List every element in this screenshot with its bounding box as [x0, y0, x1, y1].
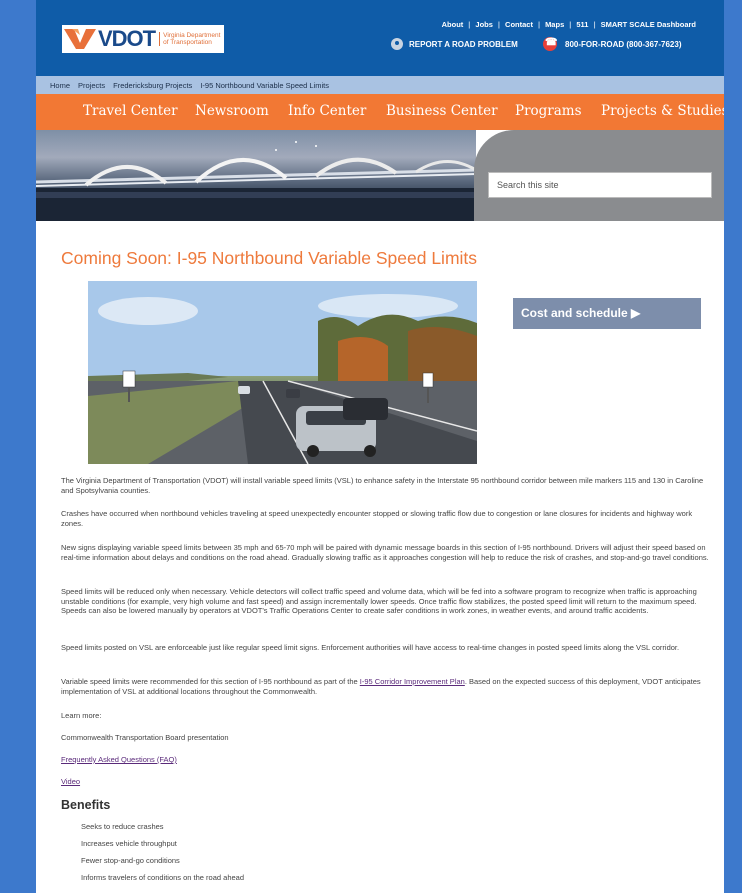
ctb-presentation: Commonwealth Transportation Board presen…: [61, 733, 229, 742]
breadcrumb-current: I-95 Northbound Variable Speed Limits: [200, 80, 329, 90]
nav-travel-center[interactable]: Travel Center: [83, 103, 178, 119]
logo-mark: VDOT: [98, 26, 156, 51]
main-nav: Travel Center Newsroom Info Center Busin…: [36, 94, 724, 130]
breadcrumb-projects[interactable]: Projects: [78, 81, 105, 90]
page-title: Coming Soon: I-95 Northbound Variable Sp…: [61, 248, 478, 268]
search-placeholder: Search this site: [497, 180, 559, 190]
page-container: VDOT Virginia Department of Transportati…: [36, 0, 724, 893]
nav-newsroom[interactable]: Newsroom: [195, 103, 269, 119]
nav-projects-studies[interactable]: Projects & Studies: [601, 103, 724, 119]
benefit-item: Seeks to reduce crashes: [81, 822, 164, 831]
top-link-maps[interactable]: Maps: [545, 20, 564, 29]
paragraph-intro: The Virginia Department of Transportatio…: [61, 476, 704, 495]
separator: |: [569, 20, 572, 29]
highway-photo: [88, 281, 477, 464]
top-link-511[interactable]: 511: [576, 20, 588, 29]
top-link-contact[interactable]: Contact: [505, 20, 533, 29]
site-header: VDOT Virginia Department of Transportati…: [36, 0, 724, 76]
top-link-jobs[interactable]: Jobs: [475, 20, 493, 29]
logo-subtitle: Virginia Department of Transportation: [159, 32, 220, 46]
highway-illustration: [88, 281, 477, 464]
breadcrumb-home[interactable]: Home: [50, 81, 70, 90]
separator: |: [468, 20, 471, 29]
benefits-heading: Benefits: [61, 798, 111, 812]
paragraph-improvement-plan: Variable speed limits were recommended f…: [61, 677, 711, 696]
benefit-item: Increases vehicle throughput: [81, 839, 177, 848]
improvement-text-before: Variable speed limits were recommended f…: [61, 677, 360, 686]
report-road-problem-link[interactable]: REPORT A ROAD PROBLEM: [391, 38, 518, 50]
logo-subtitle-line1: Virginia Department: [163, 32, 221, 39]
paragraph-enforceable: Speed limits posted on VSL are enforceab…: [61, 643, 680, 652]
separator: |: [537, 20, 541, 29]
search-input[interactable]: Search this site: [488, 172, 712, 198]
benefit-item: Informs travelers of conditions on the r…: [81, 873, 245, 882]
nav-business-center[interactable]: Business Center: [386, 103, 498, 119]
breadcrumb: Home Projects Fredericksburg Projects I-…: [36, 76, 724, 94]
phone-label: 800-FOR-ROAD (800-367-7623): [565, 39, 682, 49]
nav-info-center[interactable]: Info Center: [288, 103, 366, 119]
cost-and-schedule-button[interactable]: Cost and schedule ▶: [513, 298, 701, 329]
separator: |: [497, 20, 501, 29]
banner: Search this site: [36, 130, 724, 221]
faq-link[interactable]: Frequently Asked Questions (FAQ): [61, 755, 177, 764]
learn-more-label: Learn more:: [61, 711, 102, 720]
paragraph-reduced: Speed limits will be reduced only when n…: [61, 587, 697, 615]
video-link[interactable]: Video: [61, 777, 80, 786]
report-label: REPORT A ROAD PROBLEM: [409, 39, 518, 49]
vdot-logo[interactable]: VDOT Virginia Department of Transportati…: [62, 25, 224, 53]
breadcrumb-fredericksburg[interactable]: Fredericksburg Projects: [113, 81, 192, 90]
top-link-about[interactable]: About: [442, 20, 464, 29]
vdot-v-icon: [64, 29, 96, 49]
bridge-banner-image: [36, 130, 477, 221]
phone-icon: [543, 37, 557, 51]
benefit-item: Fewer stop-and-go conditions: [81, 856, 180, 865]
phone-link[interactable]: 800-FOR-ROAD (800-367-7623): [543, 37, 682, 51]
top-links: About | Jobs | Contact | Maps | 511 | SMART SCALE …: [442, 20, 696, 29]
separator: |: [593, 20, 596, 29]
nav-programs[interactable]: Programs: [515, 103, 582, 119]
faq-link-row: Frequently Asked Questions (FAQ): [61, 755, 711, 765]
logo-subtitle-line2: of Transportation: [163, 39, 212, 46]
paragraph-signs: New signs displaying variable speed limi…: [61, 543, 709, 562]
video-link-row: Video: [61, 777, 711, 787]
paragraph-crashes: Crashes have occurred when northbound ve…: [61, 509, 693, 528]
bridge-illustration: [36, 141, 477, 221]
report-icon: [391, 38, 403, 50]
top-link-smart-scale[interactable]: SMART SCALE Dashboard: [601, 20, 696, 29]
corridor-plan-link[interactable]: I-95 Corridor Improvement Plan: [360, 677, 465, 686]
